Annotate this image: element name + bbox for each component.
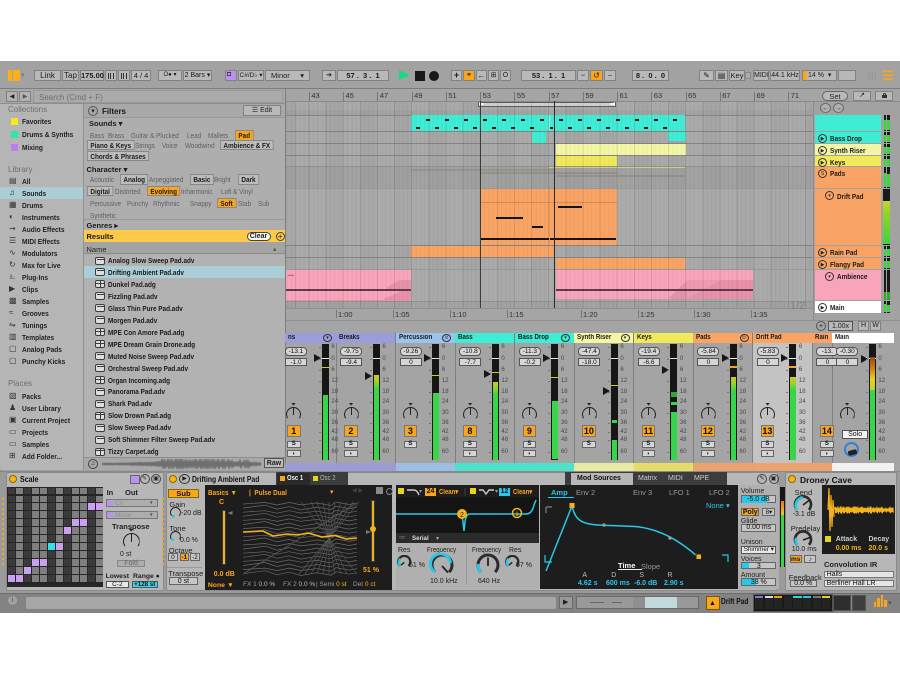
svg-text:1: 1 [515,511,519,518]
svg-text:2: 2 [460,512,464,519]
